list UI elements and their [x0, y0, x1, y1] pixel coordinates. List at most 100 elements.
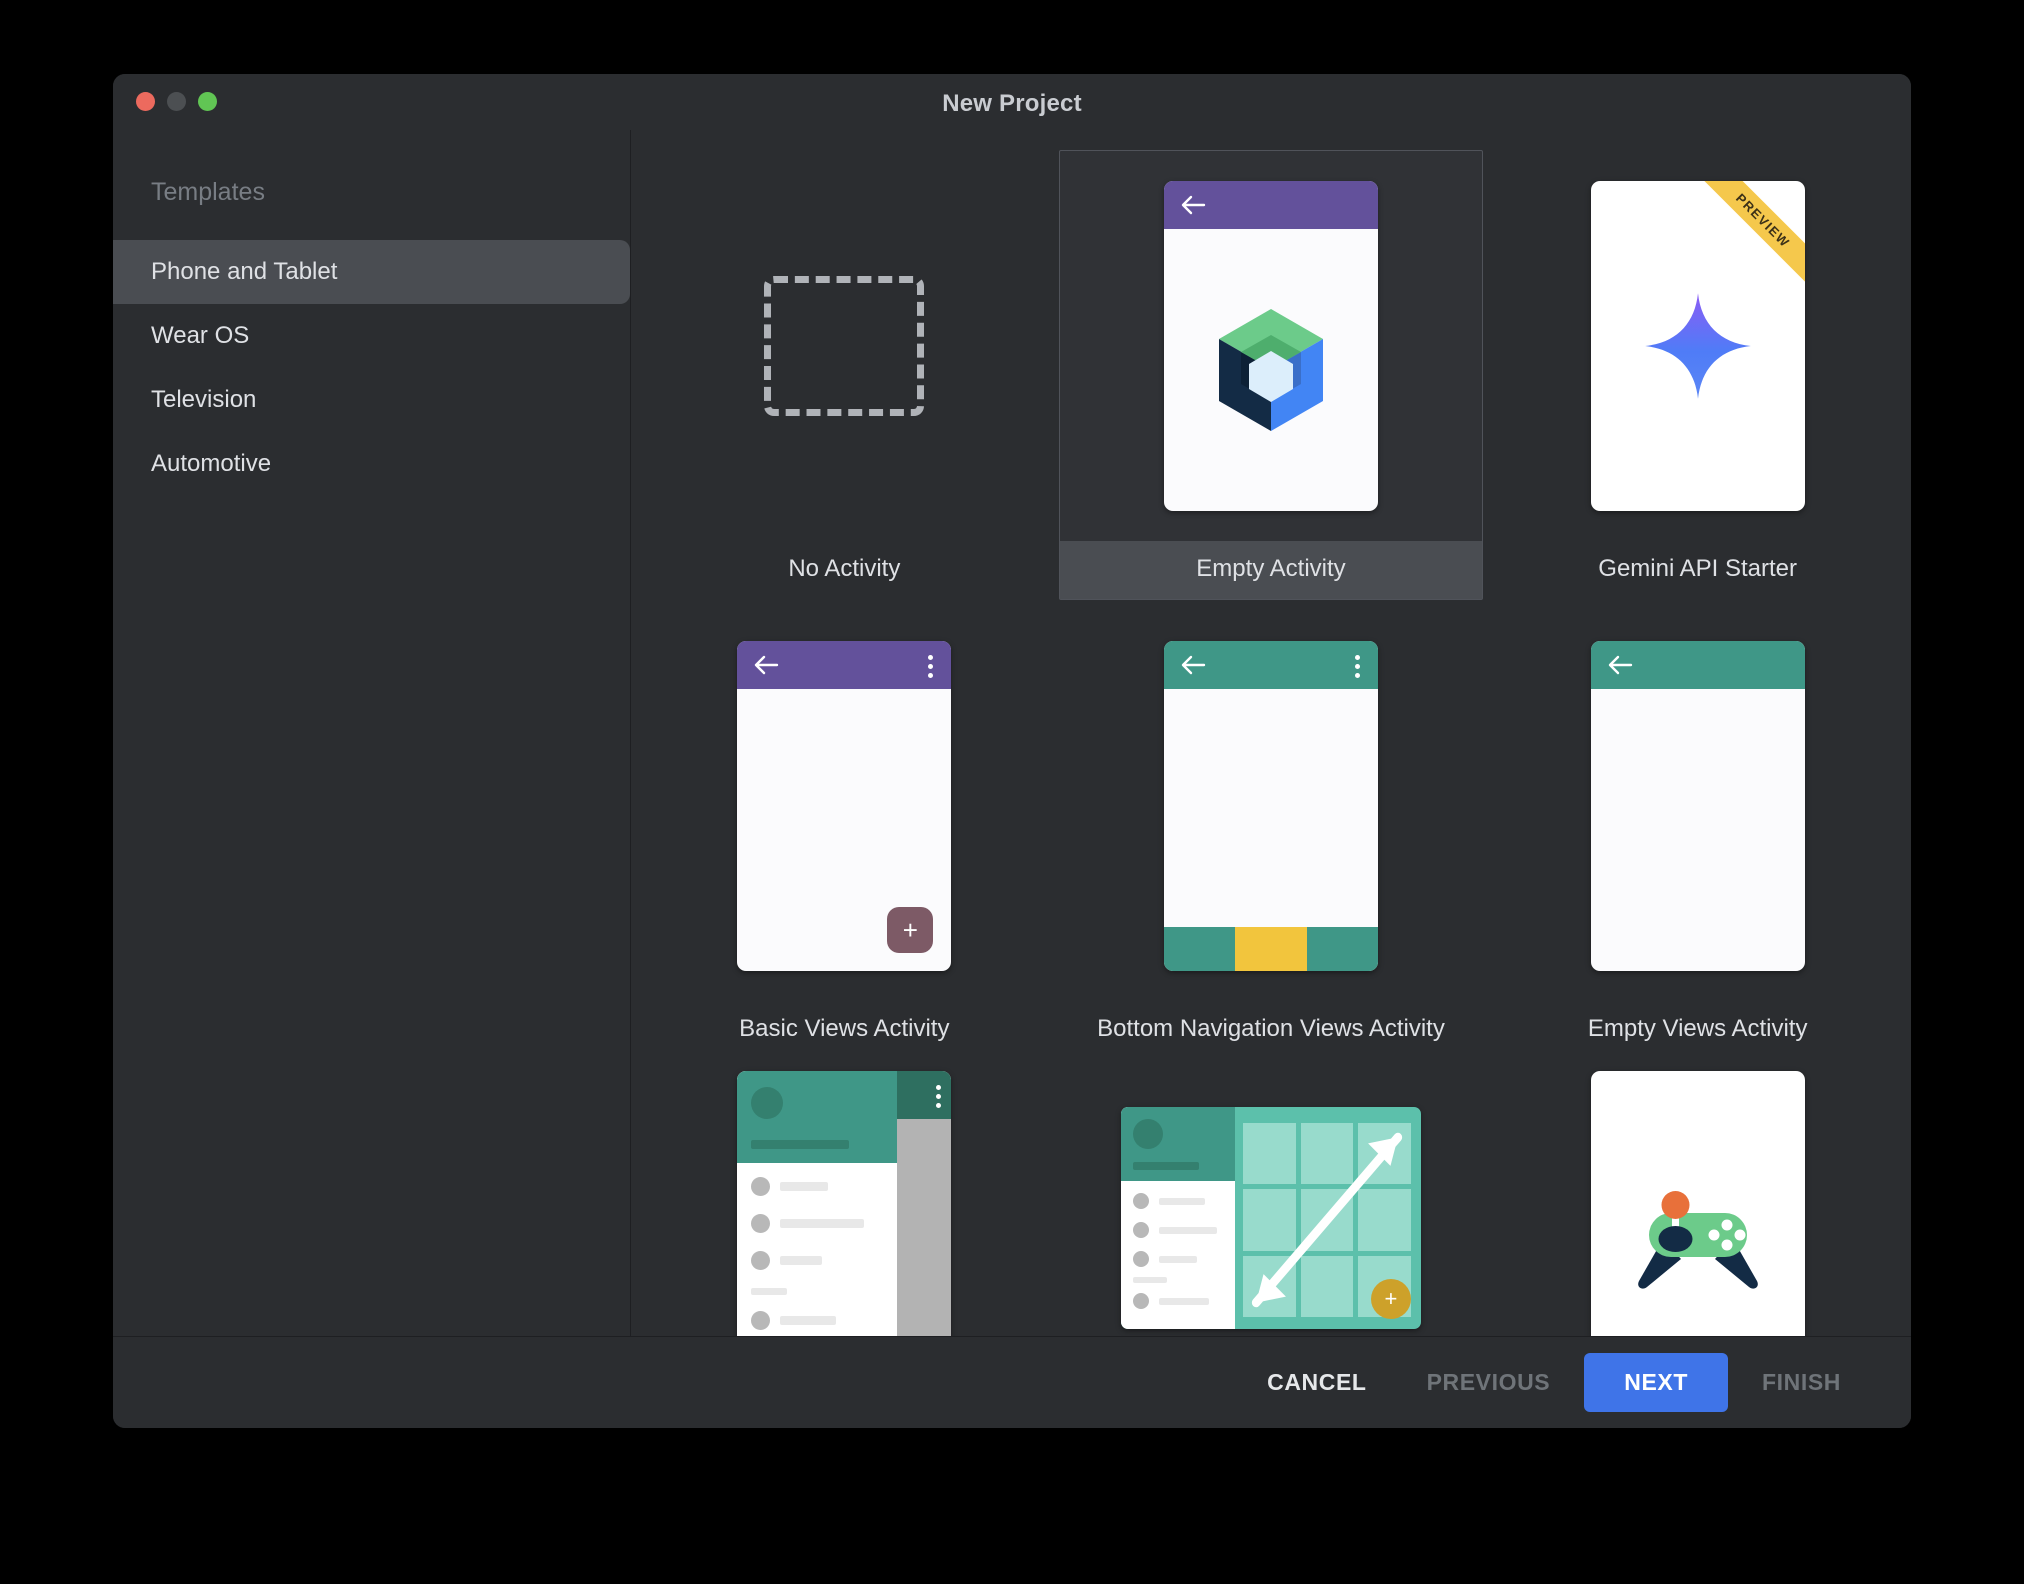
template-card-basic-views-activity[interactable]: + Basic Views Activity	[631, 604, 1058, 1060]
template-thumbnail	[1060, 151, 1482, 541]
list-item	[751, 1311, 897, 1330]
overflow-menu-icon	[1354, 655, 1360, 678]
phone-mockup: +	[737, 641, 952, 971]
drawer-header	[1120, 1107, 1235, 1181]
phone-mockup	[1163, 181, 1378, 511]
template-thumbnail: +	[633, 611, 1055, 1001]
bottom-nav-item	[1163, 927, 1236, 971]
dialog-body: Templates Phone and Tablet Wear OS Telev…	[113, 130, 1911, 1336]
sidebar-item-label: Television	[151, 386, 257, 413]
sidebar-item-label: Automotive	[151, 450, 272, 477]
list-item-label-bar	[1158, 1255, 1197, 1263]
list-item-icon	[751, 1214, 771, 1233]
sidebar-item-wear-os[interactable]: Wear OS	[113, 304, 630, 368]
drawer-headline-bar	[1132, 1162, 1199, 1170]
list-item	[751, 1214, 897, 1233]
back-arrow-icon	[1181, 655, 1206, 675]
template-thumbnail	[1487, 1071, 1909, 1336]
list-item-icon	[751, 1311, 771, 1330]
template-card-gemini-api-starter[interactable]: PREVIEW Gemini API Starter	[1484, 144, 1911, 600]
title-bar: New Project	[113, 74, 1911, 130]
app-bar	[1163, 641, 1378, 689]
list-item	[751, 1251, 897, 1270]
list-item	[751, 1177, 897, 1196]
list-item-icon	[1132, 1193, 1149, 1209]
sidebar-heading: Templates	[151, 178, 265, 206]
navigation-drawer-mockup: +	[737, 1071, 952, 1336]
drawer-header	[737, 1071, 898, 1163]
template-thumbnail: +	[633, 1071, 1055, 1336]
drawer-panel	[737, 1071, 898, 1336]
dashed-placeholder-icon	[764, 276, 925, 416]
drawer-section-divider	[1132, 1277, 1167, 1283]
list-item	[1132, 1222, 1235, 1238]
sidebar-item-automotive[interactable]: Automotive	[113, 432, 630, 496]
back-arrow-icon	[1181, 195, 1206, 215]
finish-button[interactable]: FINISH	[1736, 1355, 1867, 1410]
template-thumbnail	[1060, 611, 1482, 1001]
back-arrow-icon	[755, 655, 779, 675]
next-button[interactable]: NEXT	[1584, 1353, 1728, 1412]
drawer-item-list	[737, 1163, 897, 1330]
list-item	[1132, 1251, 1235, 1267]
template-thumbnail	[633, 151, 1055, 541]
new-project-dialog: New Project Templates Phone and Tablet W…	[113, 74, 1911, 1428]
drawer-section-divider	[751, 1288, 788, 1295]
dialog-footer: CANCEL PREVIOUS NEXT FINISH	[113, 1336, 1911, 1428]
template-card-label: No Activity	[788, 555, 901, 582]
sidebar-item-phone-and-tablet[interactable]: Phone and Tablet	[113, 240, 630, 304]
template-card-bottom-navigation-views-activity[interactable]: Bottom Navigation Views Activity	[1058, 604, 1485, 1060]
app-bar	[897, 1071, 952, 1119]
avatar	[751, 1087, 784, 1119]
template-card-label: Bottom Navigation Views Activity	[1097, 1015, 1445, 1042]
template-card-game-activity[interactable]	[1484, 1064, 1911, 1336]
template-thumbnail: +	[1060, 1071, 1482, 1336]
drawer-scrim: +	[897, 1071, 952, 1336]
template-card-navigation-drawer-views-activity[interactable]: +	[631, 1064, 1058, 1336]
gemini-sparkle-icon	[1644, 293, 1751, 399]
game-card	[1590, 1071, 1805, 1336]
template-thumbnail	[1487, 611, 1909, 1001]
list-item	[1132, 1193, 1235, 1209]
template-card-empty-activity[interactable]: Empty Activity	[1058, 144, 1485, 600]
bottom-navigation-bar	[1163, 927, 1378, 971]
list-item-label-bar	[1158, 1297, 1209, 1305]
phone-mockup	[1590, 641, 1805, 971]
app-bar	[737, 641, 952, 689]
sidebar-item-label: Wear OS	[151, 322, 250, 349]
jetpack-compose-logo-icon	[1218, 309, 1323, 431]
overflow-menu-icon	[928, 655, 934, 678]
window-title: New Project	[942, 90, 1082, 117]
drawer-panel	[1120, 1107, 1235, 1329]
list-item-label-bar	[780, 1256, 823, 1265]
template-grid: No Activity Empty Activity PREVIEW Gemin…	[631, 130, 1911, 1336]
content-grid-area: +	[1235, 1107, 1421, 1329]
list-item-label-bar	[780, 1182, 829, 1191]
previous-button[interactable]: PREVIOUS	[1401, 1355, 1577, 1410]
phone-mockup	[1163, 641, 1378, 971]
template-card-responsive-views-activity[interactable]: +	[1058, 1064, 1485, 1336]
back-arrow-icon	[1608, 655, 1632, 675]
bottom-nav-item	[1306, 927, 1378, 971]
preview-ribbon-badge: PREVIEW	[1695, 181, 1805, 289]
template-thumbnail: PREVIEW	[1487, 151, 1909, 541]
cancel-button[interactable]: CANCEL	[1241, 1355, 1392, 1410]
list-item-icon	[751, 1177, 771, 1196]
drawer-headline-bar	[751, 1140, 850, 1149]
sidebar-item-television[interactable]: Television	[113, 368, 630, 432]
template-card-label: Empty Views Activity	[1587, 1015, 1808, 1042]
drawer-item-list	[1121, 1181, 1235, 1309]
gemini-card: PREVIEW	[1590, 181, 1805, 511]
app-bar	[1163, 181, 1378, 229]
list-item	[1132, 1293, 1235, 1309]
template-card-label: Gemini API Starter	[1598, 555, 1798, 582]
list-item-label-bar	[780, 1219, 865, 1228]
template-card-empty-views-activity[interactable]: Empty Views Activity	[1484, 604, 1911, 1060]
avatar	[1132, 1119, 1163, 1149]
templates-sidebar: Templates Phone and Tablet Wear OS Telev…	[113, 130, 631, 1336]
bottom-nav-item-active	[1235, 927, 1307, 971]
list-item-icon	[1132, 1222, 1149, 1238]
template-card-no-activity[interactable]: No Activity	[631, 144, 1058, 600]
template-gallery[interactable]: No Activity Empty Activity PREVIEW Gemin…	[631, 130, 1911, 1336]
sidebar-item-label: Phone and Tablet	[151, 258, 338, 285]
